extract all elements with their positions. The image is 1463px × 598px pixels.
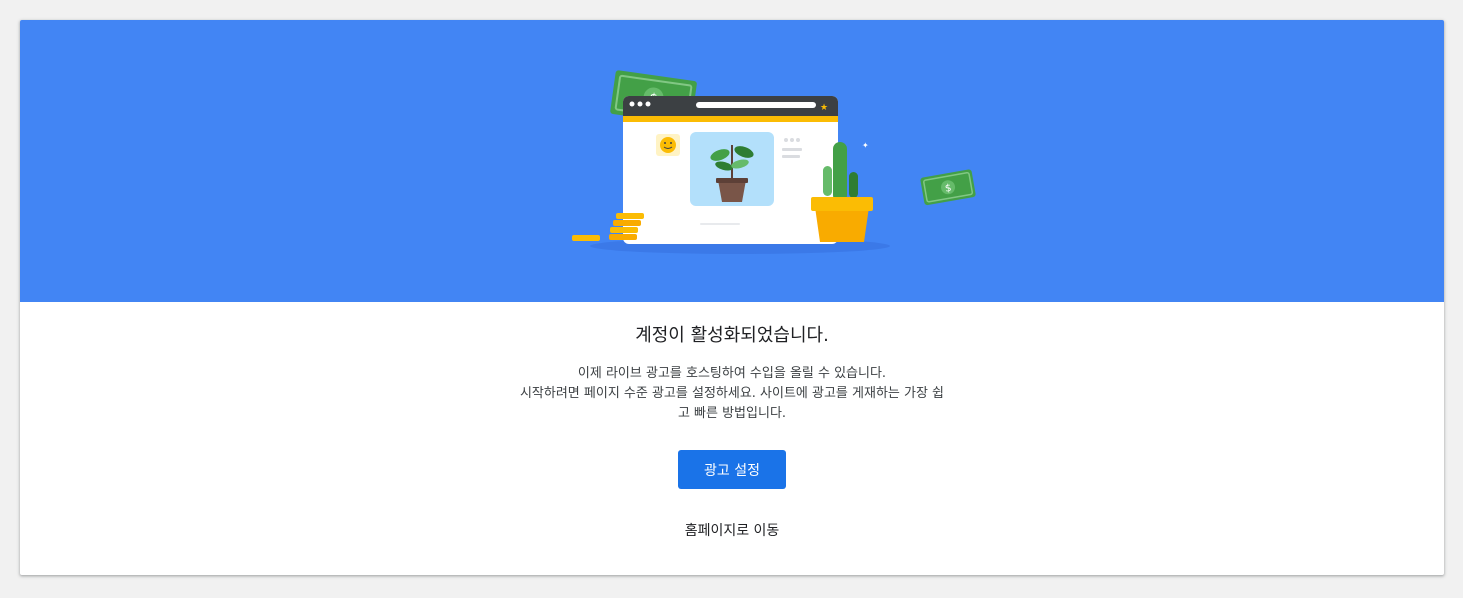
money-bill-icon: $ [920, 169, 976, 206]
go-to-homepage-link[interactable]: 홈페이지로 이동 [632, 518, 832, 542]
svg-text:✦: ✦ [862, 141, 869, 150]
description: 이제 라이브 광고를 호스팅하여 수입을 올릴 수 있습니다. 시작하려면 페이… [482, 364, 982, 424]
page-title: 계정이 활성화되었습니다. [635, 325, 829, 346]
activation-content: 계정이 활성화되었습니다. 이제 라이브 광고를 호스팅하여 수입을 올릴 수 … [20, 302, 1444, 575]
svg-text:★: ★ [820, 103, 828, 113]
description-line: 고 빠른 방법입니다. [677, 406, 787, 421]
description-line: 시작하려면 페이지 수준 광고를 설정하세요. 사이트에 광고를 게재하는 가장… [519, 386, 945, 401]
coin-stack-icon [572, 213, 644, 241]
description-line: 이제 라이브 광고를 호스팅하여 수입을 올릴 수 있습니다. [577, 366, 887, 381]
setup-ads-button[interactable]: 광고 설정 [678, 450, 786, 489]
browser-window-icon: ★ [623, 96, 838, 244]
hero-banner: $ ★ [20, 20, 1444, 302]
activation-card: $ ★ [20, 20, 1444, 575]
hero-illustration: $ ★ [572, 70, 976, 254]
